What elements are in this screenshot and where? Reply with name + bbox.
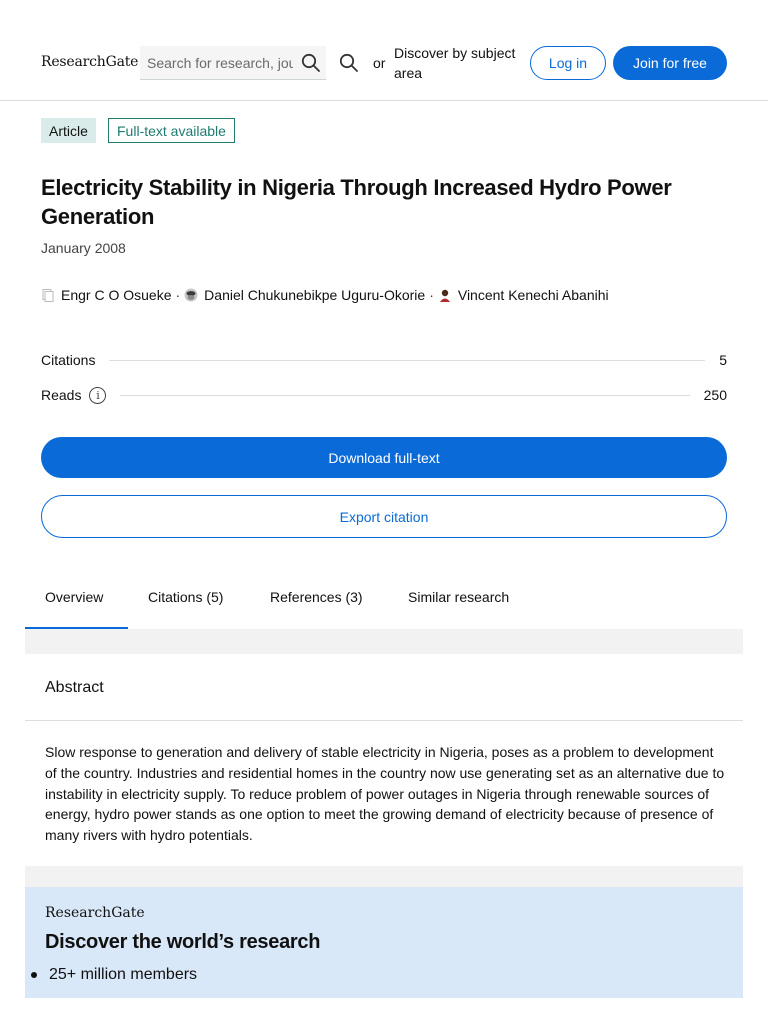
stat-divider (120, 394, 690, 396)
avatar-photo-icon (438, 288, 452, 302)
section-divider (25, 629, 743, 654)
search-icon[interactable] (300, 52, 322, 74)
export-citation-button[interactable]: Export citation (41, 495, 727, 538)
reads-count: 250 (703, 387, 727, 403)
article-type-badge: Article (41, 118, 96, 143)
author-link[interactable]: Daniel Chukunebikpe Uguru-Okorie (204, 287, 425, 303)
author-list: Engr C O Osueke · Daniel Chukunebikpe Ug… (41, 287, 609, 303)
download-fulltext-button[interactable]: Download full-text (41, 437, 727, 478)
researchgate-logo[interactable]: ResearchGate (41, 54, 138, 70)
citations-count: 5 (719, 352, 727, 368)
stat-divider (109, 359, 706, 361)
section-divider (25, 866, 743, 887)
promo-title: Discover the world’s research (45, 931, 321, 953)
abstract-header: Abstract (25, 654, 743, 721)
author-link[interactable]: Engr C O Osueke (61, 287, 172, 303)
promo-bullet-text: 25+ million members (49, 966, 198, 983)
abstract-text: Slow response to generation and delivery… (45, 744, 725, 844)
or-label: or (373, 55, 386, 71)
tab-citations[interactable]: Citations (5) (148, 566, 223, 628)
researchgate-logo: ResearchGate (45, 905, 145, 921)
discover-research-promo: ResearchGate Discover the world’s resear… (25, 887, 743, 998)
citations-label: Citations (41, 352, 96, 368)
join-button[interactable]: Join for free (613, 46, 727, 80)
search-icon[interactable] (338, 52, 360, 74)
placeholder-avatar-icon (42, 289, 54, 302)
login-button[interactable]: Log in (530, 46, 606, 80)
bullet-icon (31, 972, 37, 978)
tab-overview[interactable]: Overview (45, 566, 103, 628)
citations-stat: Citations 5 (41, 350, 727, 370)
author-link[interactable]: Vincent Kenechi Abanihi (458, 287, 609, 303)
author-separator: · (175, 287, 181, 303)
article-title: Electricity Stability in Nigeria Through… (41, 175, 672, 229)
reads-stat: Reads i 250 (41, 385, 727, 405)
list-item: 25+ million members (31, 966, 197, 984)
fulltext-available-badge[interactable]: Full-text available (108, 118, 235, 143)
author-separator: · (429, 287, 434, 303)
search-box (140, 46, 326, 80)
discover-by-subject-link[interactable]: Discover by subject area (394, 43, 534, 83)
search-input[interactable] (147, 46, 293, 79)
site-header: ResearchGate or Discover by subject area… (0, 0, 768, 101)
tab-bar: Overview Citations (5) References (3) Si… (25, 566, 743, 629)
publication-date: January 2008 (41, 240, 126, 256)
reads-label: Reads (41, 387, 82, 403)
avatar-photo-icon (184, 288, 198, 302)
abstract-heading: Abstract (45, 679, 104, 696)
tab-references[interactable]: References (3) (270, 566, 363, 628)
info-icon[interactable]: i (89, 386, 107, 404)
tab-similar-research[interactable]: Similar research (408, 566, 509, 628)
